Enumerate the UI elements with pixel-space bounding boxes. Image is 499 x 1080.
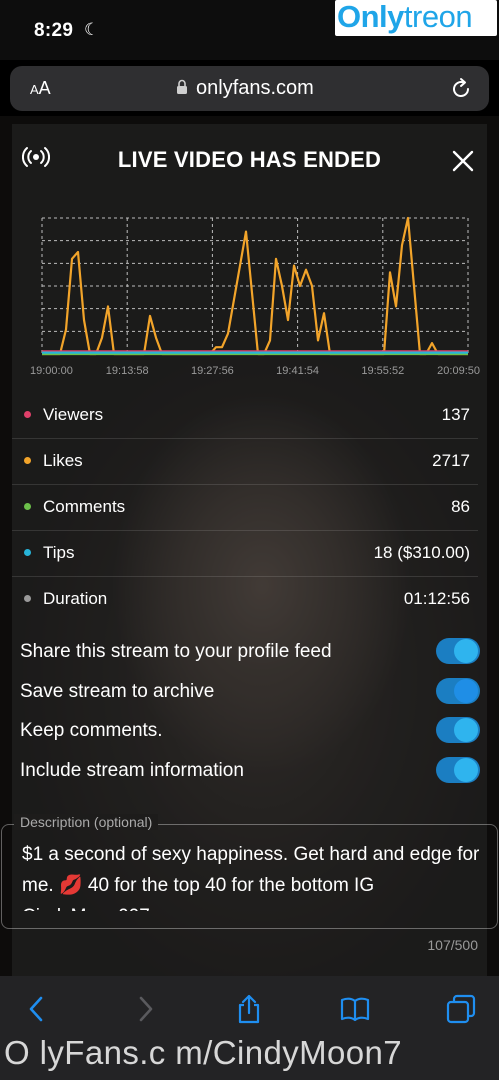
moon-icon: ☾: [84, 20, 100, 39]
chart-tick-label: 19:27:56: [191, 365, 234, 377]
stat-row-tips: Tips 18 ($310.00): [12, 531, 478, 577]
forward-icon[interactable]: [130, 994, 160, 1024]
include-info-toggle[interactable]: [436, 757, 480, 783]
stat-value: 01:12:56: [403, 589, 470, 608]
keep-comments-toggle[interactable]: [436, 717, 480, 743]
toggle-knob: [454, 679, 478, 703]
stat-value: 86: [451, 497, 470, 516]
lock-icon: [177, 79, 187, 94]
chart-tick-label: 20:09:50: [437, 365, 480, 377]
close-icon[interactable]: [452, 150, 474, 172]
save-archive-row: Save stream to archive: [20, 678, 482, 708]
stat-row-duration: Duration 01:12:56: [12, 577, 478, 623]
chart-tick-label: 19:55:52: [361, 365, 404, 377]
bookmarks-icon[interactable]: [340, 994, 370, 1024]
stat-label: Viewers: [43, 405, 104, 424]
stat-value: 18 ($310.00): [373, 543, 470, 562]
likes-dot: [24, 457, 31, 464]
toggle-label: Keep comments.: [20, 720, 163, 741]
toggle-knob: [454, 758, 478, 782]
description-text: $1 a second of sexy happiness. Get hard …: [22, 844, 480, 911]
toggle-knob: [454, 718, 478, 742]
status-bar: 8:29 ☾ Onlytreon: [0, 0, 499, 60]
text-size-label-large: A: [38, 78, 51, 98]
save-archive-toggle[interactable]: [436, 678, 480, 704]
modal-title: LIVE VIDEO HAS ENDED: [117, 147, 382, 172]
chart-tick-label: 19:00:00: [30, 365, 73, 377]
text-size-label-small: A: [30, 82, 39, 97]
stat-value: 137: [441, 405, 470, 424]
comments-dot: [24, 503, 31, 510]
tabs-icon[interactable]: [446, 994, 476, 1024]
stat-label: Comments: [43, 497, 126, 516]
chart-tick-label: 19:41:54: [276, 365, 319, 377]
stat-value: 2717: [432, 451, 470, 470]
text-size-button[interactable]: AA: [30, 78, 51, 99]
tips-dot: [24, 549, 31, 556]
share-to-feed-toggle[interactable]: [436, 638, 480, 664]
keep-comments-row: Keep comments.: [20, 717, 482, 747]
include-info-row: Include stream information: [20, 757, 482, 787]
toggle-knob: [454, 639, 478, 663]
toggle-label: Include stream information: [20, 760, 244, 781]
watermark-logo-part1: Only: [337, 0, 404, 34]
chart-tick-label: 19:13:58: [106, 365, 149, 377]
toggle-label: Share this stream to your profile feed: [20, 641, 332, 662]
url-text: onlyfans.com: [196, 77, 314, 99]
stat-row-comments: Comments 86: [12, 485, 478, 531]
bottom-watermark: O lyFans.c m/CindyMoon7: [4, 1034, 402, 1071]
char-counter: 107/500: [427, 937, 478, 953]
watermark-logo-part2: treon: [403, 0, 473, 34]
share-to-feed-row: Share this stream to your profile feed: [20, 638, 482, 668]
stat-label: Likes: [43, 451, 83, 470]
back-icon[interactable]: [22, 994, 52, 1024]
stat-row-viewers: Viewers 137: [12, 393, 478, 439]
stream-stats-chart: 19:00:00 19:13:58 19:27:56 19:41:54 19:55:52…: [30, 216, 480, 377]
description-textarea[interactable]: $1 a second of sexy happiness. Get hard …: [1, 824, 498, 929]
duration-dot: [24, 595, 31, 602]
reload-icon[interactable]: [449, 77, 473, 101]
stat-label: Duration: [43, 589, 108, 608]
stat-label: Tips: [43, 543, 75, 562]
address-bar[interactable]: AA onlyfans.com: [10, 66, 489, 111]
description-label: Description (optional): [14, 814, 159, 830]
status-time: 8:29: [34, 20, 74, 41]
page-content: LIVE VIDEO HAS ENDED 19:00:00 19:13:58 19:…: [0, 116, 499, 976]
share-icon[interactable]: [234, 994, 264, 1024]
toggle-label: Save stream to archive: [20, 681, 215, 702]
stat-row-likes: Likes 2717: [12, 439, 478, 485]
watermark-logo: Onlytreon: [335, 0, 497, 36]
viewers-dot: [24, 411, 31, 418]
